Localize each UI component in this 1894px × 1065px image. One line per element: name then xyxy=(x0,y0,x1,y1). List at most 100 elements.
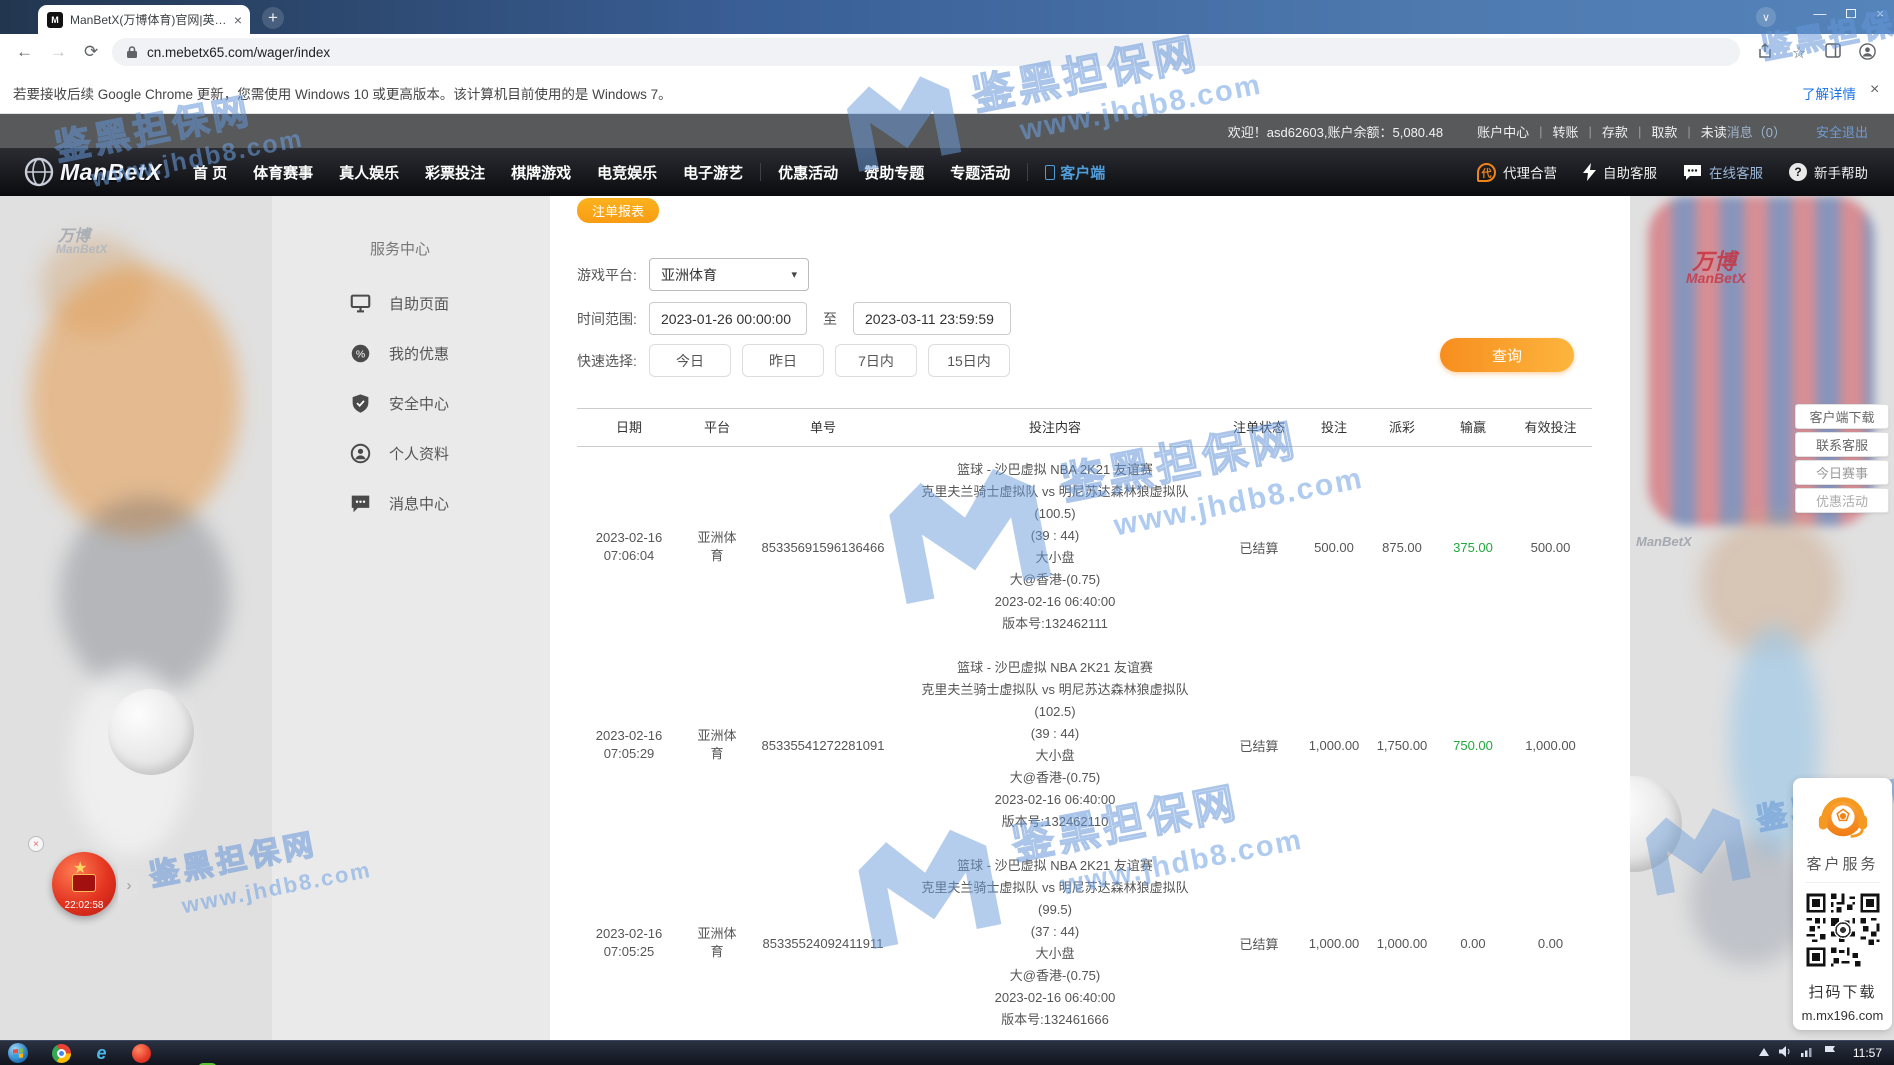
unread-messages-link[interactable]: 未读消息（0） xyxy=(1701,122,1786,141)
cell-order-no: 85335541272281091 xyxy=(753,738,893,753)
tab-search-chevron-icon[interactable]: ∨ xyxy=(1756,7,1776,27)
cell-order-no: 85335691596136466 xyxy=(753,540,893,555)
quick-today-button[interactable]: 今日 xyxy=(649,344,731,377)
self-service-link[interactable]: 自助客服 xyxy=(1583,162,1657,182)
side-panel-icon[interactable] xyxy=(1823,43,1843,61)
table-row: 2023-02-1607:05:25 亚洲体育 8533552409241191… xyxy=(577,843,1592,1040)
sidebar-item-profile[interactable]: 个人资料 xyxy=(350,438,449,468)
sidebar-item-message-center[interactable]: 消息中心 xyxy=(350,488,449,518)
promo-countdown: 22:02:58 xyxy=(52,900,116,911)
learn-more-link[interactable]: 了解详情 xyxy=(1802,83,1856,103)
nav-client-app[interactable]: 客户端 xyxy=(1032,162,1118,183)
message-icon xyxy=(350,493,371,514)
window-close-button[interactable]: × xyxy=(1876,6,1884,21)
action-center-flag-icon[interactable] xyxy=(1824,1046,1836,1057)
system-tray[interactable] xyxy=(1759,1046,1836,1057)
service-sidebar: 服务中心 自助页面 % 我的优惠 安全中心 个人资料 消息中心 xyxy=(272,196,550,1040)
promotions-pill[interactable]: 优惠活动 xyxy=(1795,488,1889,513)
customer-service-card[interactable]: 客户服务 扫码下载 m.mx196.com xyxy=(1793,778,1892,1030)
refresh-button[interactable]: ⟳ xyxy=(84,42,98,62)
taskbar-clock[interactable]: 11:57 xyxy=(1853,1046,1882,1060)
quick-7days-button[interactable]: 7日内 xyxy=(835,344,917,377)
discount-icon: % xyxy=(350,343,371,364)
col-order-no: 单号 xyxy=(753,420,893,435)
date-to-input[interactable]: 2023-03-11 23:59:59 xyxy=(853,302,1011,335)
shield-icon xyxy=(350,393,371,414)
right-photo-logo-en: ManBetX xyxy=(1686,270,1746,286)
browser-tab[interactable]: M ManBetX(万博体育)官网|英超狼… × xyxy=(38,5,250,34)
platform-selected-value: 亚洲体育 xyxy=(661,265,717,285)
account-center-link[interactable]: 账户中心 xyxy=(1477,122,1529,141)
window-minimize-button[interactable]: — xyxy=(1813,6,1826,21)
tray-up-arrow-icon[interactable] xyxy=(1759,1048,1769,1056)
share-icon[interactable] xyxy=(1755,43,1775,61)
browser-tabstrip: M ManBetX(万博体育)官网|英超狼… × + ∨ — × xyxy=(0,0,1894,34)
online-service-link[interactable]: 在线客服 xyxy=(1683,162,1763,182)
cell-status: 已结算 xyxy=(1217,736,1301,755)
nav-promotions[interactable]: 优惠活动 xyxy=(765,162,851,183)
taskbar-app-icon[interactable] xyxy=(132,1044,151,1063)
bookmark-star-icon[interactable]: ☆ xyxy=(1789,43,1809,61)
nav-board-games[interactable]: 棋牌游戏 xyxy=(498,162,584,183)
cell-time: 07:06:04 xyxy=(577,547,681,565)
url-text: cn.mebetx65.com/wager/index xyxy=(147,45,330,60)
cell-payout: 1,750.00 xyxy=(1367,738,1437,753)
promo-close-icon[interactable]: × xyxy=(28,836,44,852)
divider: | xyxy=(1687,124,1690,139)
today-matches-pill[interactable]: 今日赛事 xyxy=(1795,460,1889,485)
beginner-help-link[interactable]: ?新手帮助 xyxy=(1789,162,1868,182)
nav-sponsorship[interactable]: 赞助专题 xyxy=(851,162,937,183)
agent-program-link[interactable]: 代代理合营 xyxy=(1477,162,1557,182)
tab-close-icon[interactable]: × xyxy=(234,13,242,27)
client-download-pill[interactable]: 客户端下载 xyxy=(1795,404,1889,429)
sidebar-item-label: 消息中心 xyxy=(389,493,449,514)
sidebar-item-my-promotions[interactable]: % 我的优惠 xyxy=(350,338,449,368)
nav-live-casino[interactable]: 真人娱乐 xyxy=(326,162,412,183)
agent-icon: 代 xyxy=(1477,163,1496,182)
sidebar-item-self-service-page[interactable]: 自助页面 xyxy=(350,288,449,318)
quick-yesterday-button[interactable]: 昨日 xyxy=(742,344,824,377)
deposit-link[interactable]: 存款 xyxy=(1602,122,1628,141)
profile-icon xyxy=(350,443,371,464)
report-tab-badge[interactable]: 注单报表 xyxy=(577,198,659,223)
query-button[interactable]: 查询 xyxy=(1440,338,1574,372)
divider: | xyxy=(1589,124,1592,139)
address-bar[interactable]: cn.mebetx65.com/wager/index xyxy=(112,38,1740,66)
contact-service-pill[interactable]: 联系客服 xyxy=(1795,432,1889,457)
network-icon[interactable] xyxy=(1801,1046,1814,1057)
new-tab-button[interactable]: + xyxy=(262,7,284,29)
padlock-icon xyxy=(126,45,138,59)
logout-link[interactable]: 安全退出 xyxy=(1816,122,1868,141)
withdraw-link[interactable]: 取款 xyxy=(1651,122,1677,141)
nav-sports[interactable]: 体育赛事 xyxy=(240,162,326,183)
manbetx-logo[interactable]: ManBetX xyxy=(24,157,162,187)
platform-select[interactable]: 亚洲体育 ▾ xyxy=(649,258,809,291)
profile-avatar-icon[interactable] xyxy=(1857,43,1877,61)
sidebar-title: 服务中心 xyxy=(370,238,430,259)
taskbar-chrome-icon[interactable] xyxy=(52,1044,71,1063)
col-bet-content: 投注内容 xyxy=(893,420,1217,435)
volume-icon[interactable] xyxy=(1779,1046,1791,1057)
start-button[interactable] xyxy=(8,1043,28,1063)
nav-lottery[interactable]: 彩票投注 xyxy=(412,162,498,183)
window-maximize-button[interactable] xyxy=(1846,9,1856,18)
divider xyxy=(1027,163,1028,181)
date-from-input[interactable]: 2023-01-26 00:00:00 xyxy=(649,302,807,335)
nav-slots[interactable]: 电子游艺 xyxy=(670,162,756,183)
back-button[interactable]: ← xyxy=(16,42,33,62)
logo-text: ManBetX xyxy=(60,159,162,186)
notice-close-icon[interactable]: × xyxy=(1870,81,1879,99)
nav-esports[interactable]: 电竞娱乐 xyxy=(584,162,670,183)
nav-home[interactable]: 首 页 xyxy=(180,162,240,183)
forward-button[interactable]: → xyxy=(50,42,67,62)
cell-date: 2023-02-16 xyxy=(577,727,681,745)
taskbar-ie-icon[interactable]: e xyxy=(92,1044,111,1063)
cell-bet-content: 篮球 - 沙巴虚拟 NBA 2K21 友谊赛 克里夫兰骑士虚拟队 vs 明尼苏达… xyxy=(893,657,1217,833)
cell-bet: 1,000.00 xyxy=(1301,936,1367,951)
col-bet: 投注 xyxy=(1301,420,1367,435)
sidebar-item-security-center[interactable]: 安全中心 xyxy=(350,388,449,418)
red-packet-promo[interactable]: ★ 22:02:58 xyxy=(52,852,116,916)
quick-15days-button[interactable]: 15日内 xyxy=(928,344,1010,377)
nav-special-topics[interactable]: 专题活动 xyxy=(937,162,1023,183)
transfer-link[interactable]: 转账 xyxy=(1553,122,1579,141)
